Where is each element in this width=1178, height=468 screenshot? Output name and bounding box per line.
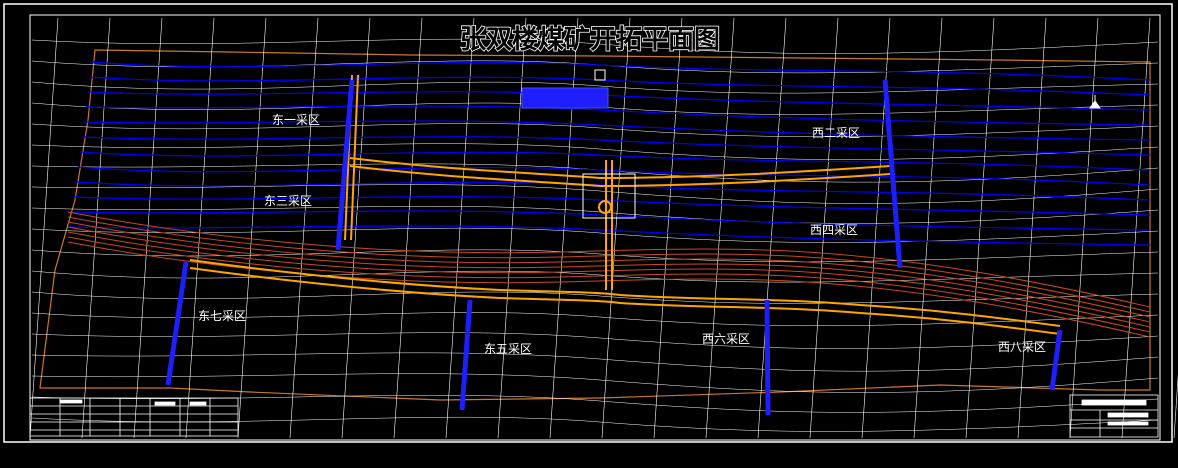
drawing-canvas: 张双楼煤矿开拓平面图 东一采区 东三采区 东七采区 东五采区 西二采区 西四采区… — [0, 0, 1178, 464]
grid-line-vertical — [1069, 17, 1099, 439]
inclines — [165, 79, 1063, 416]
drawing-title: 张双楼煤矿开拓平面图 — [460, 24, 720, 55]
contour-line — [83, 120, 1151, 141]
north-arrow-icon — [1089, 95, 1101, 109]
zone-label-east5: 东五采区 — [484, 342, 532, 356]
seam-line — [67, 211, 1151, 308]
grid-line-horizontal — [31, 123, 1159, 137]
contour-line — [79, 151, 1151, 171]
grid-line-vertical — [757, 17, 787, 439]
zone-label-west8: 西八采区 — [998, 340, 1046, 354]
zone-label-west6: 西六采区 — [702, 332, 750, 346]
grid-line-vertical — [393, 17, 423, 439]
grid-line-vertical — [653, 17, 683, 439]
grid-line-horizontal — [31, 352, 1159, 372]
contour-line — [81, 136, 1151, 156]
grid-line-vertical — [705, 17, 735, 439]
zone-label-west2: 西二采区 — [812, 126, 860, 140]
contour-line — [91, 61, 1151, 81]
zone-label-east3: 东三采区 — [264, 194, 312, 208]
grid-line-horizontal — [31, 270, 1159, 283]
grid-line-vertical — [913, 17, 943, 439]
grid-line-vertical — [1173, 373, 1178, 439]
grid-line-horizontal — [31, 416, 1159, 432]
grid-line-horizontal — [31, 332, 1159, 349]
industrial-square — [521, 87, 609, 109]
survey-marker — [594, 69, 606, 81]
grid-line-vertical — [29, 17, 59, 439]
grid-line-horizontal — [31, 163, 1159, 183]
zone-label-west4: 西四采区 — [810, 223, 858, 237]
legend-table — [29, 397, 239, 437]
contour-line — [89, 76, 1151, 96]
zone-label-east1: 东一采区 — [272, 113, 320, 127]
mine-plan-drawing: 张双楼煤矿开拓平面图 东一采区 东三采区 东七采区 东五采区 西二采区 西四采区… — [3, 3, 1178, 443]
contour-line — [77, 166, 1151, 186]
title-block — [1069, 394, 1159, 438]
zone-label-east7: 东七采区 — [198, 309, 246, 323]
grid-line-vertical — [1121, 17, 1151, 439]
